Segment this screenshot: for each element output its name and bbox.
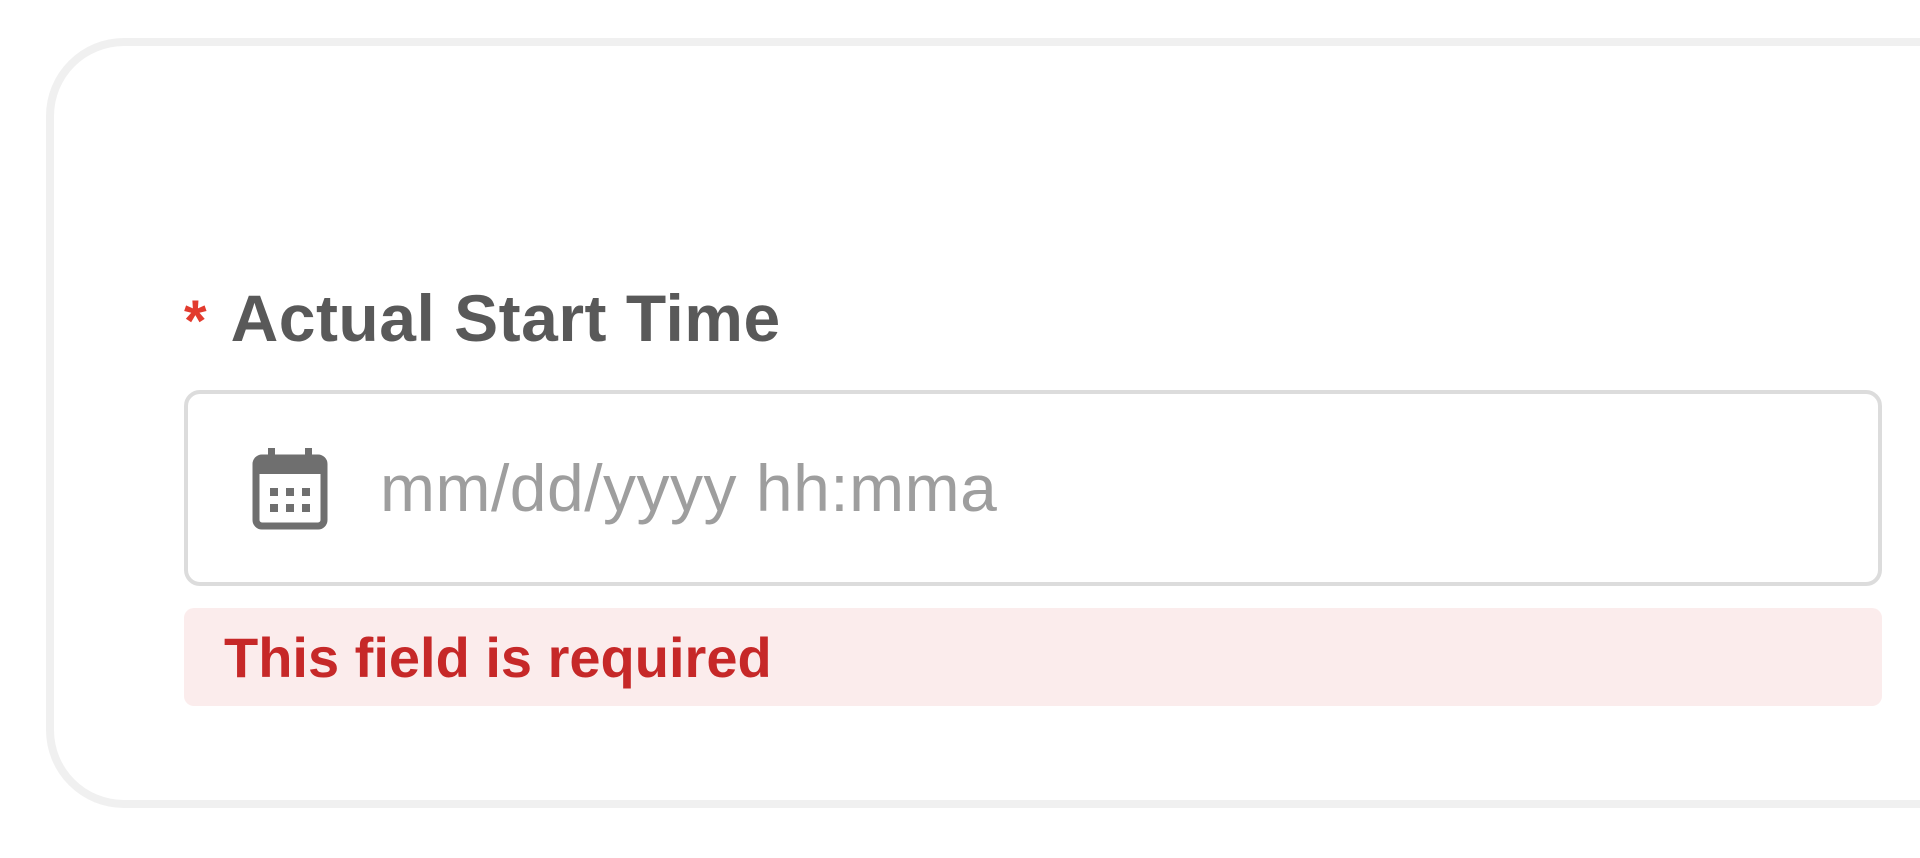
actual-start-time-field: * Actual Start Time mm/dd/yyyy hh:mma Th… [184, 280, 1882, 706]
error-message-box: This field is required [184, 608, 1882, 706]
field-label: Actual Start Time [230, 281, 781, 355]
field-label-row: * Actual Start Time [184, 280, 1882, 356]
error-message: This field is required [224, 625, 772, 689]
required-asterisk: * [184, 289, 207, 354]
datetime-input[interactable]: mm/dd/yyyy hh:mma [184, 390, 1882, 586]
calendar-icon[interactable] [252, 446, 328, 530]
datetime-placeholder: mm/dd/yyyy hh:mma [380, 451, 998, 525]
